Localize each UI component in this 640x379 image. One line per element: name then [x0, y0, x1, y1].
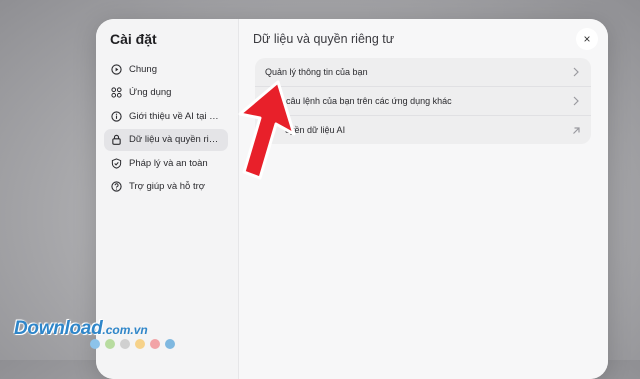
watermark-dot — [165, 339, 175, 349]
watermark-dot — [90, 339, 100, 349]
row-label: ý câu lệnh của bạn trên các ứng dụng khá… — [279, 96, 452, 106]
info-icon — [110, 110, 122, 122]
sidebar-title: Cài đặt — [110, 31, 157, 47]
sidebar-item-legal-safety[interactable]: Pháp lý và an toàn — [104, 152, 228, 174]
watermark-name: Download — [14, 318, 103, 339]
sidebar-item-general[interactable]: Chung — [104, 58, 228, 80]
close-icon: × — [583, 32, 591, 46]
close-button[interactable]: × — [576, 28, 598, 50]
external-arrow-icon — [573, 127, 580, 134]
watermark-logo: Download.com.vn — [14, 318, 148, 340]
sidebar-item-label: Pháp lý và an toàn — [129, 157, 208, 169]
chevron-right-icon — [573, 96, 579, 106]
watermark-dots — [90, 339, 175, 349]
settings-card: Quản lý thông tin của bạn ý câu lệnh của… — [255, 58, 591, 144]
shield-check-icon — [110, 157, 122, 169]
prompts-other-apps-row[interactable]: ý câu lệnh của bạn trên các ứng dụng khá… — [255, 87, 591, 116]
sidebar-item-label: Giới thiệu về AI tại M… — [129, 110, 222, 122]
sidebar-item-apps[interactable]: Ứng dụng — [104, 82, 228, 104]
watermark-dot — [105, 339, 115, 349]
watermark-dot — [135, 339, 145, 349]
chevron-right-icon — [573, 67, 579, 77]
sidebar-item-help[interactable]: Trợ giúp và hỗ trợ — [104, 176, 228, 198]
watermark-domain: .com.vn — [102, 323, 148, 337]
watermark-dot — [150, 339, 160, 349]
manage-info-row[interactable]: Quản lý thông tin của bạn — [255, 58, 591, 87]
sidebar-item-label: Ứng dụng — [129, 87, 172, 98]
lock-icon — [110, 134, 122, 146]
sidebar-item-label: Dữ liệu và quyền riê… — [129, 134, 222, 145]
sidebar-item-label: Chung — [129, 63, 157, 75]
help-icon — [110, 181, 122, 193]
watermark-dot — [120, 339, 130, 349]
sidebar-item-label: Trợ giúp và hỗ trợ — [129, 181, 205, 192]
sidebar-item-about-ai[interactable]: Giới thiệu về AI tại M… — [104, 105, 228, 127]
settings-dialog: Cài đặt Chung Ứng dụng Giới thiệu về AI … — [96, 19, 608, 379]
row-label: uyền dữ liệu AI — [285, 125, 346, 135]
apps-grid-icon — [110, 87, 122, 99]
row-label: Quản lý thông tin của bạn — [265, 67, 368, 77]
page-title: Dữ liệu và quyền riêng tư — [253, 32, 395, 46]
main-panel: Dữ liệu và quyền riêng tư × Quản lý thôn… — [239, 19, 608, 379]
ai-data-rights-row[interactable]: uyền dữ liệu AI — [255, 116, 591, 144]
sidebar-item-data-privacy[interactable]: Dữ liệu và quyền riê… — [104, 128, 228, 151]
sidebar-nav: Chung Ứng dụng Giới thiệu về AI tại M… D… — [104, 58, 228, 199]
play-circle-icon — [110, 63, 122, 75]
